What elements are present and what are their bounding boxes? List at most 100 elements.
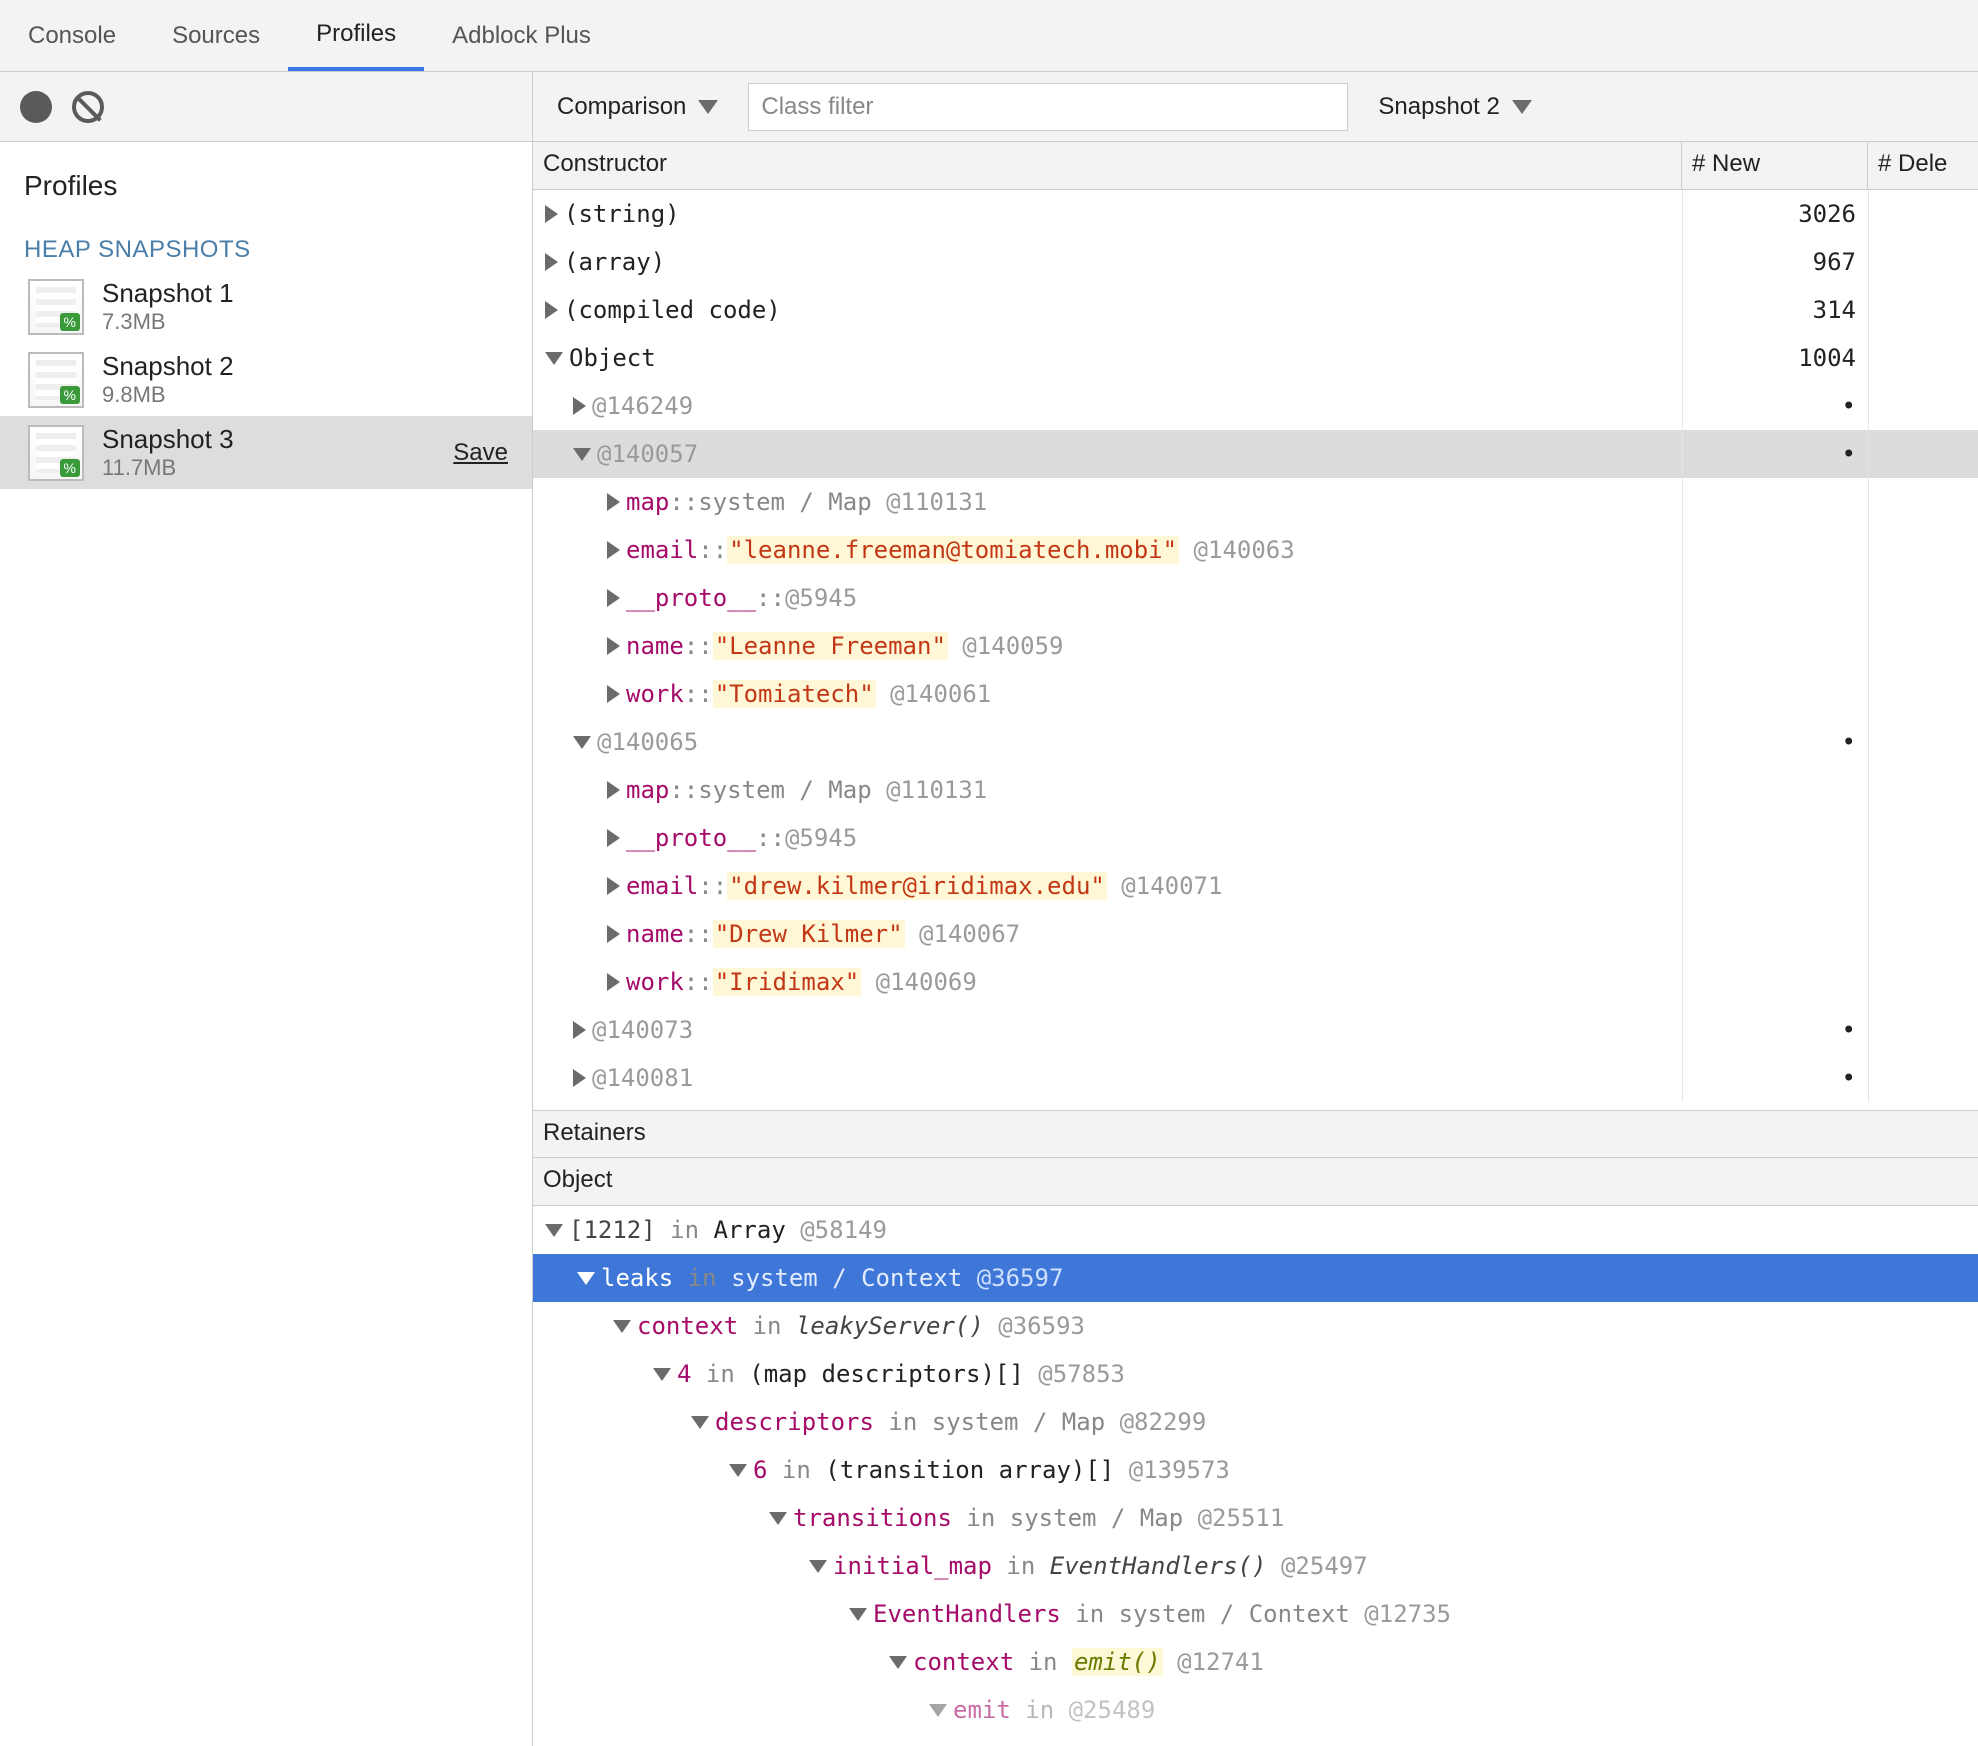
- profiles-sidebar: Profiles HEAP SNAPSHOTS Snapshot 1 7.3MB…: [0, 72, 533, 1746]
- retainer-row[interactable]: 4 in (map descriptors)[] @57853: [533, 1350, 1978, 1398]
- snapshot-size: 11.7MB: [102, 455, 234, 481]
- tree-row-instance-selected[interactable]: @140057 •: [533, 430, 1978, 478]
- retainers-object-col[interactable]: Object: [533, 1158, 1978, 1206]
- cell-new: •: [1682, 1054, 1868, 1102]
- tree-row-compiled[interactable]: (compiled code) 314: [533, 286, 1978, 334]
- main-split: Profiles HEAP SNAPSHOTS Snapshot 1 7.3MB…: [0, 72, 1978, 1746]
- cell-new: •: [1682, 430, 1868, 478]
- tab-profiles[interactable]: Profiles: [288, 0, 424, 71]
- retainer-row[interactable]: initial_map in EventHandlers() @25497: [533, 1542, 1978, 1590]
- tree-row-instance[interactable]: @146249 •: [533, 382, 1978, 430]
- collapse-icon[interactable]: [545, 1224, 563, 1237]
- collapse-icon[interactable]: [889, 1656, 907, 1669]
- col-new[interactable]: # New: [1682, 142, 1868, 189]
- collapse-icon[interactable]: [769, 1512, 787, 1525]
- cell-new: 1004: [1682, 334, 1868, 382]
- col-constructor[interactable]: Constructor: [533, 142, 1682, 189]
- snapshot-name: Snapshot 2: [102, 351, 234, 382]
- view-mode-dropdown[interactable]: Comparison: [547, 93, 728, 121]
- expand-icon[interactable]: [607, 493, 620, 511]
- chevron-down-icon: [1512, 100, 1532, 114]
- collapse-icon[interactable]: [573, 736, 591, 749]
- tree-row-string[interactable]: (string) 3026: [533, 190, 1978, 238]
- snapshot-icon: [28, 352, 84, 408]
- tree-row-prop[interactable]: work :: "Iridimax" @140069: [533, 958, 1978, 1006]
- snapshot-item-2[interactable]: Snapshot 2 9.8MB: [0, 343, 532, 416]
- tree-row-prop[interactable]: map :: system / Map @110131: [533, 478, 1978, 526]
- tree-row-prop[interactable]: map :: system / Map @110131: [533, 766, 1978, 814]
- cell-new: •: [1682, 1006, 1868, 1054]
- profiles-heading: Profiles: [0, 142, 532, 216]
- expand-icon[interactable]: [607, 541, 620, 559]
- retainer-row[interactable]: EventHandlers in system / Context @12735: [533, 1590, 1978, 1638]
- retainer-row[interactable]: transitions in system / Map @25511: [533, 1494, 1978, 1542]
- expand-icon[interactable]: [607, 685, 620, 703]
- retainer-row[interactable]: emit in @25489: [533, 1686, 1978, 1734]
- collapse-icon[interactable]: [545, 352, 563, 365]
- collapse-icon[interactable]: [849, 1608, 867, 1621]
- snapshot-name: Snapshot 3: [102, 424, 234, 455]
- record-icon[interactable]: [20, 91, 52, 123]
- class-filter-input[interactable]: [748, 83, 1348, 131]
- cell-new: 3026: [1682, 190, 1868, 238]
- content-toolbar: Comparison Snapshot 2: [533, 72, 1978, 142]
- snapshot-icon: [28, 279, 84, 335]
- snapshot-item-1[interactable]: Snapshot 1 7.3MB: [0, 270, 532, 343]
- expand-icon[interactable]: [607, 781, 620, 799]
- collapse-icon[interactable]: [729, 1464, 747, 1477]
- tree-row-array[interactable]: (array) 967: [533, 238, 1978, 286]
- tree-row-prop[interactable]: email :: "drew.kilmer@iridimax.edu" @140…: [533, 862, 1978, 910]
- tree-row-object[interactable]: Object 1004: [533, 334, 1978, 382]
- tree-row-prop[interactable]: __proto__ :: @5945: [533, 814, 1978, 862]
- expand-icon[interactable]: [607, 637, 620, 655]
- expand-icon[interactable]: [607, 829, 620, 847]
- tree-row-instance[interactable]: @140073 •: [533, 1006, 1978, 1054]
- compare-snapshot-label: Snapshot 2: [1378, 93, 1499, 121]
- expand-icon[interactable]: [545, 301, 558, 319]
- expand-icon[interactable]: [573, 1069, 586, 1087]
- snapshot-size: 7.3MB: [102, 309, 234, 335]
- retainer-row[interactable]: descriptors in system / Map @82299: [533, 1398, 1978, 1446]
- retainer-row-selected[interactable]: leaks in system / Context @36597: [533, 1254, 1978, 1302]
- tree-row-instance[interactable]: @140065 •: [533, 718, 1978, 766]
- expand-icon[interactable]: [607, 925, 620, 943]
- sidebar-toolbar: [0, 72, 532, 142]
- collapse-icon[interactable]: [809, 1560, 827, 1573]
- expand-icon[interactable]: [607, 877, 620, 895]
- tree-row-instance[interactable]: @140081 •: [533, 1054, 1978, 1102]
- expand-icon[interactable]: [607, 973, 620, 991]
- constructor-tree[interactable]: (string) 3026 (array) 967 (compiled code…: [533, 190, 1978, 1110]
- tree-row-prop[interactable]: work :: "Tomiatech" @140061: [533, 670, 1978, 718]
- retainer-row[interactable]: [1212] in Array @58149: [533, 1206, 1978, 1254]
- retainer-row[interactable]: context in emit() @12741: [533, 1638, 1978, 1686]
- retainer-row[interactable]: 6 in (transition array)[] @139573: [533, 1446, 1978, 1494]
- cell-new: •: [1682, 718, 1868, 766]
- expand-icon[interactable]: [607, 589, 620, 607]
- devtools-tabbar: Console Sources Profiles Adblock Plus: [0, 0, 1978, 72]
- tab-adblock[interactable]: Adblock Plus: [424, 0, 619, 71]
- compare-snapshot-dropdown[interactable]: Snapshot 2: [1368, 93, 1541, 121]
- cell-new: •: [1682, 382, 1868, 430]
- expand-icon[interactable]: [573, 1021, 586, 1039]
- tree-row-prop[interactable]: email :: "leanne.freeman@tomiatech.mobi"…: [533, 526, 1978, 574]
- collapse-icon[interactable]: [929, 1704, 947, 1717]
- tree-row-prop[interactable]: __proto__ :: @5945: [533, 574, 1978, 622]
- save-link[interactable]: Save: [453, 439, 508, 467]
- expand-icon[interactable]: [573, 397, 586, 415]
- collapse-icon[interactable]: [691, 1416, 709, 1429]
- tab-console[interactable]: Console: [0, 0, 144, 71]
- expand-icon[interactable]: [545, 253, 558, 271]
- retainer-row[interactable]: context in leakyServer() @36593: [533, 1302, 1978, 1350]
- tree-row-prop[interactable]: name :: "Drew Kilmer" @140067: [533, 910, 1978, 958]
- col-del[interactable]: # Dele: [1868, 142, 1978, 189]
- collapse-icon[interactable]: [653, 1368, 671, 1381]
- tab-sources[interactable]: Sources: [144, 0, 288, 71]
- retainers-tree[interactable]: [1212] in Array @58149 leaks in system /…: [533, 1206, 1978, 1740]
- expand-icon[interactable]: [545, 205, 558, 223]
- tree-row-prop[interactable]: name :: "Leanne Freeman" @140059: [533, 622, 1978, 670]
- clear-icon[interactable]: [72, 91, 104, 123]
- collapse-icon[interactable]: [573, 448, 591, 461]
- collapse-icon[interactable]: [613, 1320, 631, 1333]
- snapshot-item-3[interactable]: Snapshot 3 11.7MB Save: [0, 416, 532, 489]
- collapse-icon[interactable]: [577, 1272, 595, 1285]
